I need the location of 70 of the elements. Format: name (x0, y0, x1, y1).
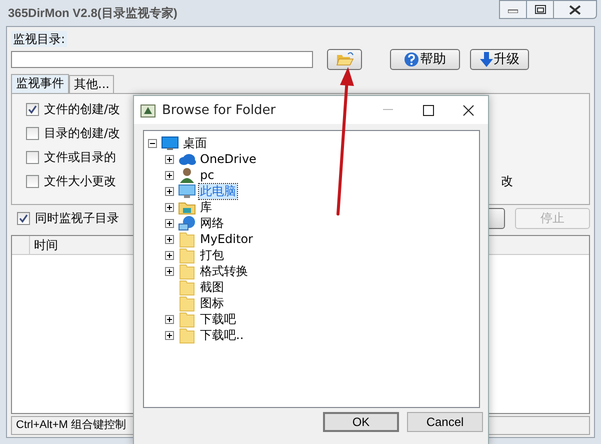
folder-icon (178, 246, 196, 264)
monitor-icon (178, 182, 196, 200)
tree-item[interactable]: 图标 (199, 296, 225, 310)
maximize-icon[interactable] (422, 104, 434, 116)
expand-toggle[interactable] (165, 170, 174, 180)
checkbox[interactable] (26, 102, 39, 116)
expand-toggle[interactable] (165, 234, 174, 244)
tab[interactable]: 其他... (69, 75, 114, 93)
close-button[interactable] (553, 0, 597, 19)
tree-item[interactable]: MyEditor (199, 232, 254, 246)
dialog-app-icon (140, 102, 156, 118)
folder-icon (336, 51, 354, 67)
tree-item[interactable]: 此电脑 (199, 184, 237, 198)
checkbox-label: 文件大小更改 (44, 172, 116, 190)
person-icon (178, 166, 196, 184)
expand-toggle[interactable] (165, 250, 174, 260)
checkbox[interactable] (17, 212, 30, 224)
expand-toggle[interactable] (165, 186, 174, 196)
network-icon (178, 214, 196, 232)
directory-field[interactable] (11, 50, 313, 68)
collapse-toggle[interactable] (148, 138, 157, 148)
folder-icon (178, 278, 196, 296)
restore-icon (534, 5, 546, 14)
window-title: 365DirMon V2.8(目录监视专家) (8, 5, 178, 22)
expand-toggle[interactable] (165, 330, 174, 340)
folder-icon (178, 310, 196, 328)
close-icon[interactable] (462, 104, 474, 116)
tree-item[interactable]: 打包 (199, 248, 225, 262)
tree-item[interactable]: OneDrive (199, 152, 258, 166)
folder-icon (178, 230, 196, 248)
folder-icon (178, 262, 196, 280)
folder-icon (178, 294, 196, 312)
column-header: 时间 (34, 238, 58, 252)
expand-toggle[interactable] (165, 266, 174, 276)
tree-item[interactable]: pc (199, 168, 216, 182)
expand-toggle[interactable] (165, 218, 174, 228)
help-button[interactable]: 帮助 (390, 48, 460, 70)
minimize-icon (508, 6, 518, 12)
checkbox-label: 目录的创建/改 (44, 124, 120, 142)
help-icon (404, 52, 419, 66)
directory-label: 监视目录: (11, 31, 68, 47)
tree-item[interactable]: 下载吧.. (199, 328, 245, 342)
close-icon (569, 4, 581, 14)
tree-item[interactable]: 截图 (199, 280, 225, 294)
checkbox[interactable] (26, 174, 39, 188)
cancel-button[interactable]: Cancel (407, 412, 483, 432)
maximize-button[interactable] (526, 0, 554, 19)
monitor-icon (161, 134, 179, 152)
tree-item[interactable]: 下载吧 (199, 312, 237, 326)
browse-folder-button[interactable] (327, 48, 362, 70)
tree-item[interactable]: 网络 (199, 216, 225, 230)
tab[interactable]: 监视事件 (11, 74, 69, 93)
checkbox-label: 同时监视子目录 (35, 210, 119, 226)
tree-item[interactable]: 格式转换 (199, 264, 249, 278)
checkbox[interactable] (26, 126, 39, 140)
tree-item[interactable]: 库 (199, 200, 213, 214)
upgrade-button[interactable]: 升级 (470, 48, 529, 70)
minimize-button[interactable] (499, 0, 527, 19)
checkbox-label: 文件或目录的 (44, 148, 116, 166)
ok-button[interactable]: OK (323, 412, 399, 432)
checkbox-label: 文件的创建/改 (44, 100, 120, 118)
folder-icon (178, 326, 196, 344)
expand-toggle[interactable] (165, 154, 174, 164)
expand-toggle[interactable] (165, 202, 174, 212)
expand-toggle[interactable] (165, 314, 174, 324)
checkbox-label: 改 (501, 172, 513, 190)
tree-item[interactable]: 桌面 (182, 136, 208, 150)
checkbox[interactable] (26, 150, 39, 164)
down-arrow-icon (480, 52, 492, 66)
dialog-title: Browse for Folder (162, 102, 276, 118)
